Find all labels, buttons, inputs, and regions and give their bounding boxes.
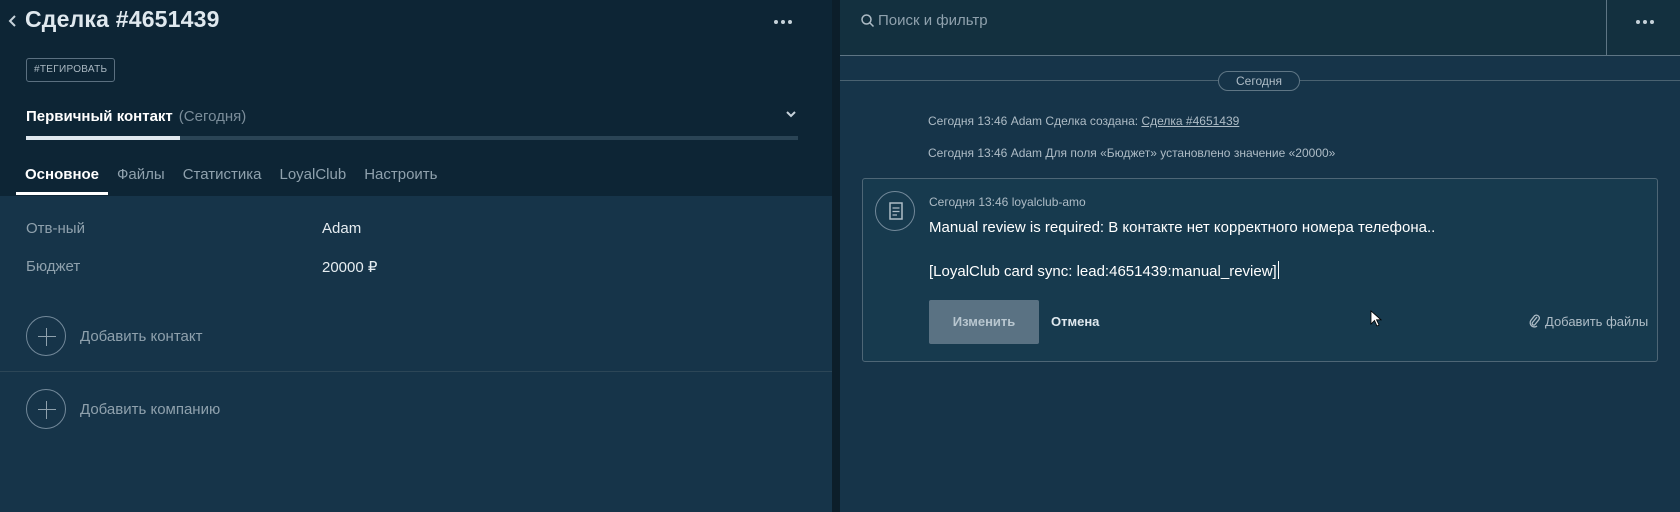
feed-event: Сегодня 13:46 Adam Сделка создана: Сделк… — [928, 114, 1239, 128]
tab-files[interactable]: Файлы — [108, 164, 174, 195]
deal-card-pane: Сделка #4651439 #ТЕГИРОВАТЬ Первичный ко… — [0, 0, 832, 512]
plus-circle-icon — [26, 316, 66, 356]
note-sync-text: [LoyalClub card sync: lead:4651439:manua… — [929, 263, 1277, 280]
add-contact-label: Добавить контакт — [80, 327, 203, 345]
plus-circle-icon — [26, 389, 66, 429]
save-button[interactable]: Изменить — [929, 300, 1039, 344]
feed-event: Сегодня 13:46 Adam Для поля «Бюджет» уст… — [928, 146, 1335, 160]
deal-header: Сделка #4651439 #ТЕГИРОВАТЬ Первичный ко… — [0, 0, 832, 196]
chevron-left-icon[interactable] — [4, 10, 20, 32]
attach-files-label: Добавить файлы — [1545, 313, 1649, 329]
more-dots-icon[interactable] — [774, 20, 792, 24]
add-company-button[interactable]: Добавить компанию — [26, 389, 220, 429]
deal-link[interactable]: Сделка #4651439 — [1141, 114, 1239, 128]
budget-label: Бюджет — [26, 258, 81, 275]
chevron-down-icon[interactable] — [784, 108, 798, 120]
more-dots-icon[interactable] — [1636, 20, 1654, 24]
app-root: Сделка #4651439 #ТЕГИРОВАТЬ Первичный ко… — [0, 0, 1680, 512]
event-text: Сделка создана: — [1045, 114, 1139, 128]
add-contact-button[interactable]: Добавить контакт — [26, 316, 202, 356]
responsible-label: Отв-ный — [26, 220, 85, 237]
mouse-cursor-icon — [1370, 310, 1382, 327]
tab-loyalclub[interactable]: LoyalClub — [270, 164, 355, 195]
pipeline-when: (Сегодня) — [178, 108, 247, 125]
cancel-button[interactable]: Отмена — [1051, 314, 1099, 329]
divider — [0, 371, 832, 372]
tab-settings[interactable]: Настроить — [355, 164, 446, 195]
budget-value[interactable]: 20000 ₽ — [322, 258, 377, 276]
event-author: Adam — [1010, 146, 1043, 160]
event-time: Сегодня 13:46 — [928, 146, 1008, 160]
add-company-label: Добавить компанию — [80, 400, 221, 418]
note-text-line[interactable]: Manual review is required: В контакте не… — [929, 219, 1435, 236]
note-editor-card: Сегодня 13:46 loyalclub-amo Manual revie… — [862, 178, 1658, 362]
event-time: Сегодня 13:46 — [928, 114, 1008, 128]
search-bar[interactable]: Поиск и фильтр — [840, 0, 1680, 56]
note-meta: Сегодня 13:46 loyalclub-amo — [929, 195, 1086, 209]
attach-files-button[interactable]: Добавить файлы — [1529, 313, 1648, 329]
deal-title: Сделка #4651439 — [25, 6, 220, 32]
pipeline-status[interactable]: Первичный контакт (Сегодня) — [26, 108, 246, 125]
tab-main[interactable]: Основное — [16, 164, 109, 195]
event-author: Adam — [1010, 114, 1043, 128]
paperclip-icon — [1529, 314, 1540, 328]
pipeline-stage: Первичный контакт — [26, 108, 173, 125]
search-input[interactable]: Поиск и фильтр — [878, 12, 988, 29]
event-text: Для поля «Бюджет» установлено значение «… — [1045, 146, 1336, 160]
tag-button[interactable]: #ТЕГИРОВАТЬ — [26, 58, 116, 82]
pipeline-progress-fill — [26, 136, 180, 140]
note-text-line[interactable]: [LoyalClub card sync: lead:4651439:manua… — [929, 261, 1279, 280]
pane-divider[interactable] — [832, 0, 840, 512]
deal-tabs: Основное Файлы Статистика LoyalClub Наст… — [16, 164, 447, 195]
search-icon — [861, 14, 875, 28]
search-separator — [1606, 0, 1607, 56]
responsible-value[interactable]: Adam — [322, 220, 361, 237]
text-caret — [1277, 261, 1279, 279]
feed-pane: Поиск и фильтр Сегодня Сегодня 13:46 Ada… — [840, 0, 1680, 512]
note-document-icon — [875, 191, 915, 231]
tab-statistics[interactable]: Статистика — [174, 164, 271, 195]
date-pill: Сегодня — [1218, 71, 1300, 91]
